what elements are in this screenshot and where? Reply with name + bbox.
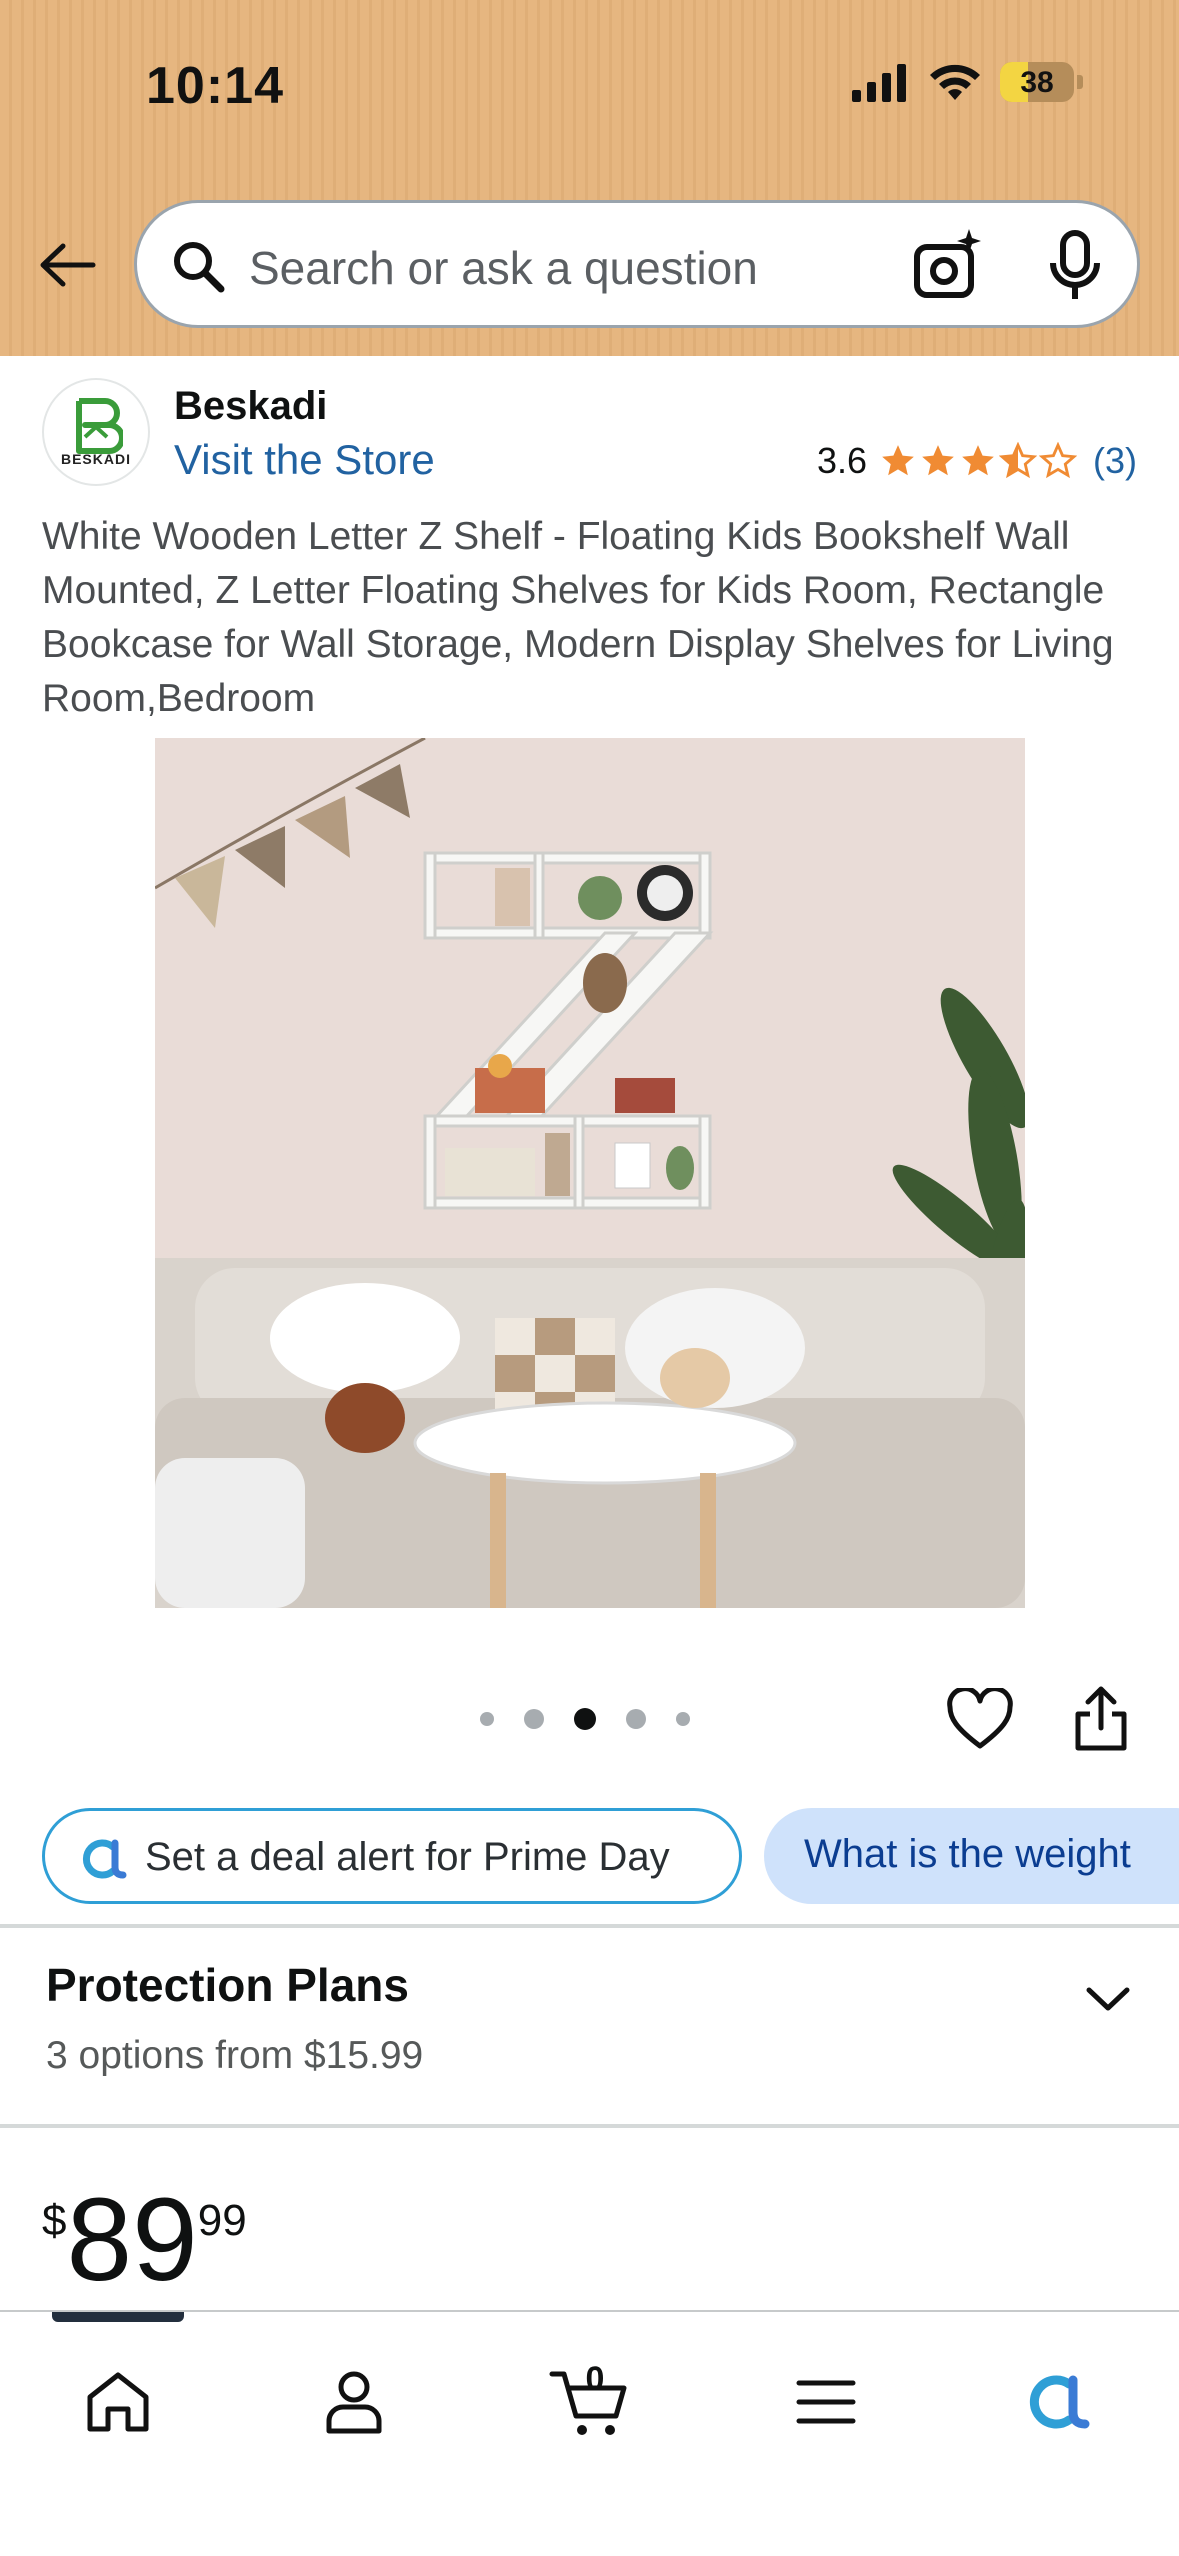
protection-plans-title: Protection Plans bbox=[46, 1959, 409, 2011]
search-input[interactable]: Search or ask a question bbox=[249, 241, 758, 295]
search-bar[interactable]: Search or ask a question bbox=[134, 200, 1140, 328]
wishlist-button[interactable] bbox=[946, 1686, 1014, 1757]
deal-alert-chip[interactable]: Set a deal alert for Prime Day bbox=[42, 1808, 742, 1904]
brand-name: Beskadi bbox=[174, 384, 328, 428]
rating-stars bbox=[879, 442, 1077, 480]
brand-logo[interactable]: BESKADI bbox=[42, 378, 150, 486]
image-carousel-dots[interactable] bbox=[480, 1708, 690, 1730]
battery-level: 38 bbox=[1020, 66, 1054, 99]
product-photo bbox=[155, 738, 1025, 1608]
share-button[interactable] bbox=[1070, 1684, 1132, 1759]
back-arrow-icon bbox=[40, 243, 96, 287]
rating-value: 3.6 bbox=[816, 440, 867, 481]
question-chip-text: What is the weight bbox=[804, 1832, 1131, 1876]
nav-active-indicator bbox=[52, 2312, 184, 2322]
section-divider bbox=[0, 1924, 1179, 1928]
search-icon bbox=[174, 242, 225, 293]
status-time: 10:14 bbox=[146, 57, 284, 115]
question-chip[interactable]: What is the weight bbox=[764, 1808, 1179, 1904]
deal-alert-text: Set a deal alert for Prime Day bbox=[145, 1835, 670, 1879]
bottom-nav: 0 bbox=[0, 2310, 1179, 2556]
rufus-icon bbox=[82, 1839, 127, 1879]
rating[interactable]: 3.6 (3) bbox=[817, 440, 1137, 482]
star-empty-icon bbox=[1039, 442, 1077, 479]
cart-count: 0 bbox=[585, 2360, 605, 2398]
wifi-icon bbox=[930, 64, 980, 100]
nav-rufus[interactable] bbox=[998, 2352, 1118, 2452]
star-full-icon bbox=[962, 445, 994, 476]
menu-icon bbox=[796, 2380, 856, 2424]
battery-icon: 38 bbox=[1000, 62, 1083, 102]
visit-store-link[interactable]: Visit the Store bbox=[174, 436, 435, 484]
rating-count[interactable]: (3) bbox=[1093, 440, 1137, 482]
share-icon bbox=[1075, 1686, 1127, 1751]
microphone-icon[interactable] bbox=[1045, 229, 1105, 305]
brand-logo-text: BESKADI bbox=[60, 451, 131, 467]
price: $ 89 99 bbox=[42, 2170, 247, 2310]
section-divider bbox=[0, 2124, 1179, 2128]
star-half-icon bbox=[999, 442, 1037, 479]
rufus-icon bbox=[1029, 2375, 1090, 2429]
carousel-dot-active[interactable] bbox=[574, 1708, 596, 1730]
status-icons: 38 bbox=[850, 62, 1083, 102]
star-full-icon bbox=[882, 445, 914, 476]
carousel-dot[interactable] bbox=[480, 1712, 494, 1726]
price-symbol: $ bbox=[42, 2196, 67, 2245]
price-whole: 89 bbox=[66, 2174, 198, 2306]
product-title: White Wooden Letter Z Shelf - Floating K… bbox=[42, 515, 1114, 720]
cellular-signal-icon bbox=[852, 64, 906, 102]
carousel-dot[interactable] bbox=[676, 1712, 690, 1726]
home-icon bbox=[87, 2372, 149, 2432]
back-button[interactable] bbox=[30, 228, 104, 302]
nav-home[interactable] bbox=[58, 2352, 178, 2452]
protection-plans-section[interactable]: Protection Plans 3 options from $15.99 bbox=[0, 1930, 1179, 2126]
price-fraction: 99 bbox=[197, 2196, 247, 2245]
product-image[interactable] bbox=[155, 738, 1025, 1608]
nav-menu[interactable] bbox=[766, 2352, 886, 2452]
protection-plans-subtitle: 3 options from $15.99 bbox=[46, 2034, 424, 2077]
camera-sparkle-icon[interactable] bbox=[911, 227, 985, 303]
product-page: 10:14 38 Search or ask a question BESKAD… bbox=[0, 0, 1179, 2556]
heart-icon bbox=[947, 1686, 1013, 1749]
nav-cart[interactable]: 0 bbox=[530, 2352, 650, 2452]
nav-account[interactable] bbox=[294, 2352, 414, 2452]
header: 10:14 38 Search or ask a question bbox=[0, 0, 1179, 356]
brand-logo-mark bbox=[76, 398, 123, 454]
account-icon bbox=[326, 2371, 382, 2434]
star-full-icon bbox=[922, 445, 954, 476]
chevron-down-icon[interactable] bbox=[1085, 1984, 1131, 2014]
carousel-dot[interactable] bbox=[524, 1709, 544, 1729]
carousel-dot[interactable] bbox=[626, 1709, 646, 1729]
